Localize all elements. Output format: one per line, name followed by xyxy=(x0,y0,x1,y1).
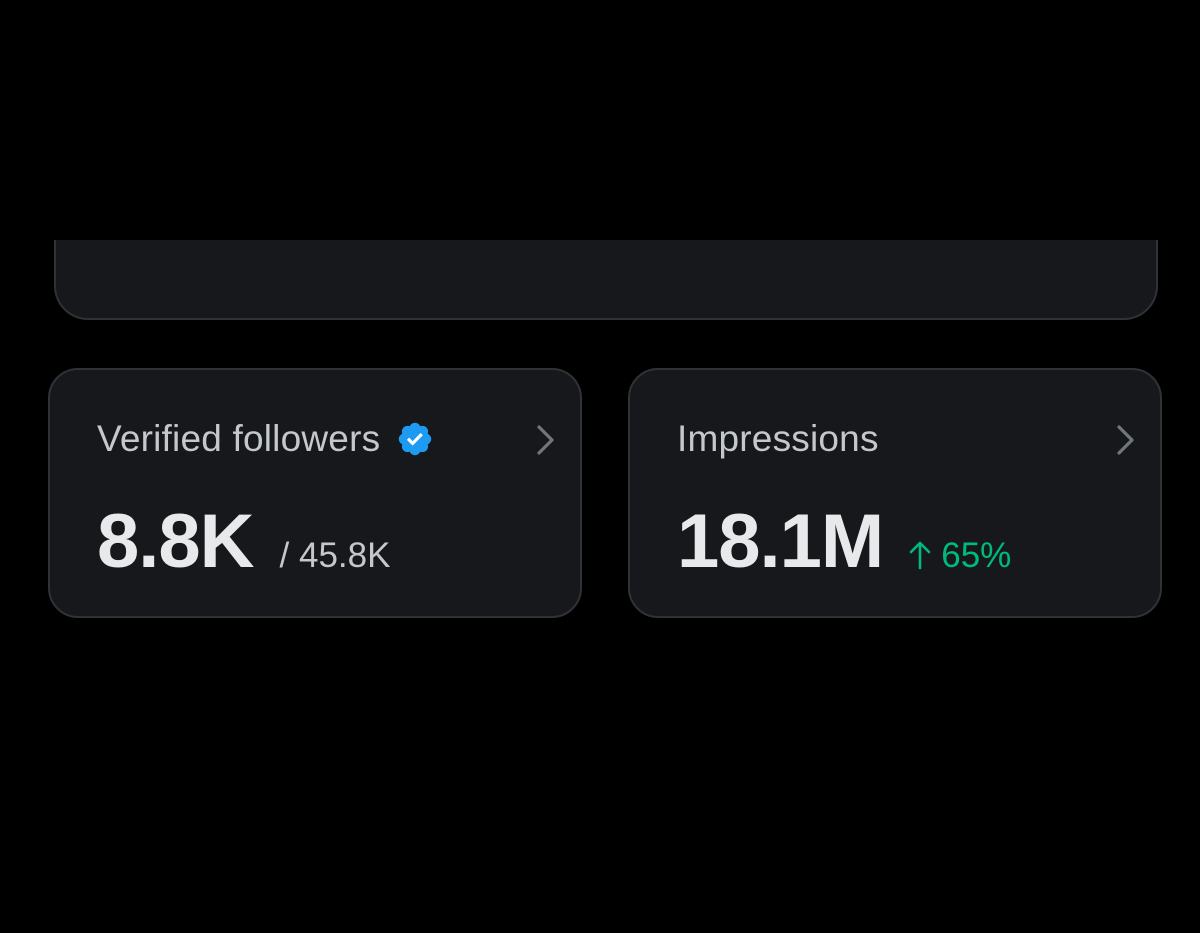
card-title: Verified followers xyxy=(97,418,381,459)
verified-badge-icon xyxy=(396,420,434,458)
previous-card[interactable] xyxy=(54,240,1158,320)
verified-followers-value: 8.8K xyxy=(97,499,255,584)
card-title-row: Verified followers xyxy=(97,417,434,461)
arrow-up-icon xyxy=(909,540,931,570)
metric-row: 8.8K / 45.8K xyxy=(97,498,390,586)
total-followers-value: / 45.8K xyxy=(279,536,391,575)
impressions-value: 18.1M xyxy=(677,499,884,584)
analytics-page: Verified followers 8.8K / 45.8K Impressi… xyxy=(0,0,1200,933)
metric-row: 18.1M 65% xyxy=(677,498,1011,586)
impressions-change-value: 65% xyxy=(941,536,1012,575)
impressions-change: 65% xyxy=(909,536,1011,576)
card-title-row: Impressions xyxy=(677,417,879,461)
card-title: Impressions xyxy=(677,418,879,459)
verified-followers-card[interactable]: Verified followers 8.8K / 45.8K xyxy=(48,368,582,618)
chevron-right-icon xyxy=(534,422,558,458)
chevron-right-icon xyxy=(1114,422,1138,458)
impressions-card[interactable]: Impressions 18.1M 65% xyxy=(628,368,1162,618)
